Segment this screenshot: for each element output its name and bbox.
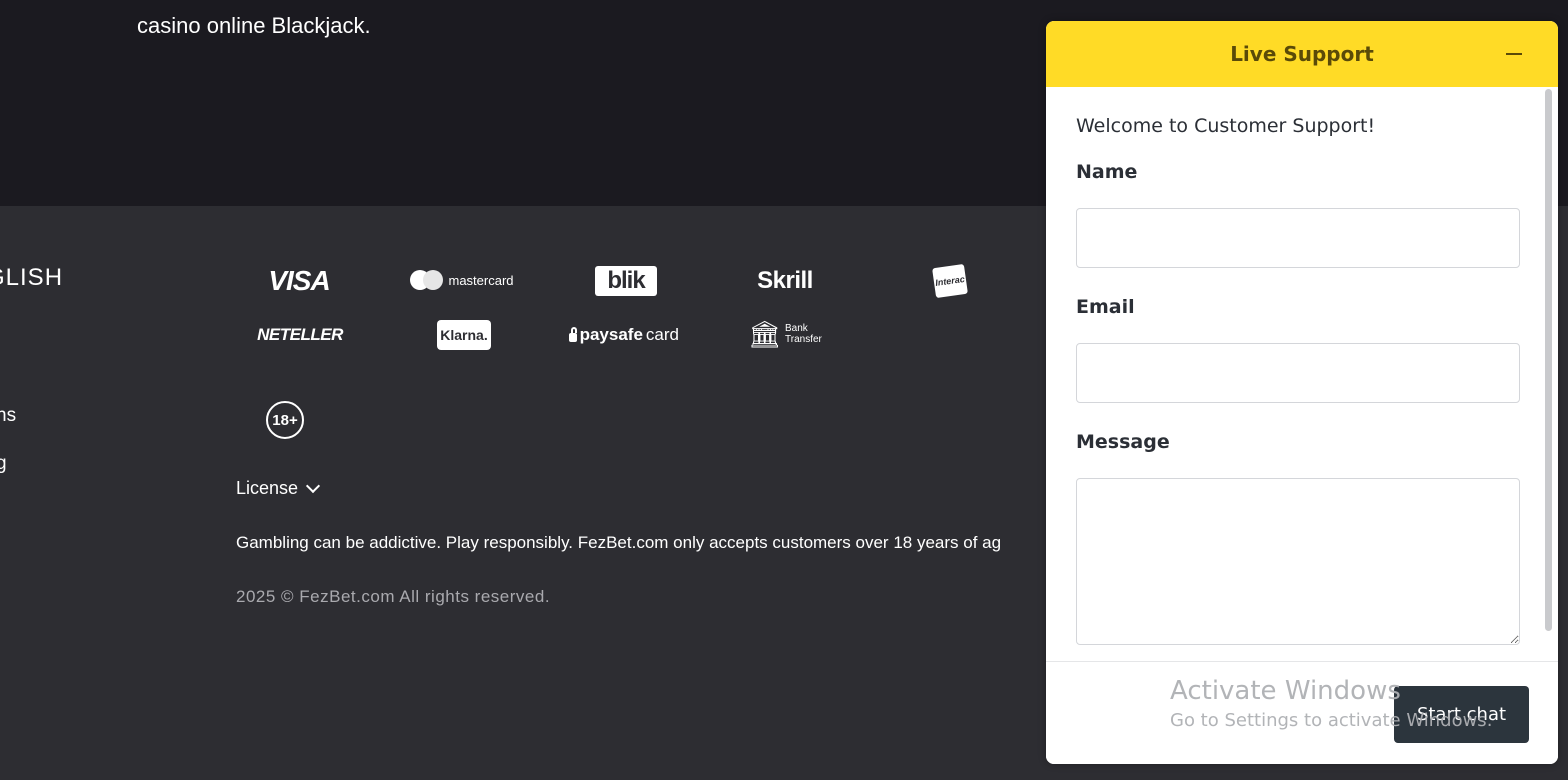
chat-title: Live Support (1230, 42, 1374, 66)
chat-footer: Start chat Activate Windows Go to Settin… (1046, 661, 1558, 764)
footer-link[interactable]: ns (0, 405, 16, 427)
chat-scrollbar[interactable] (1545, 89, 1552, 631)
email-input[interactable] (1076, 343, 1520, 403)
chevron-down-icon (305, 478, 321, 493)
neteller-logo: NETELLER (257, 325, 343, 344)
email-label: Email (1076, 296, 1135, 318)
copyright-text: 2025 © FezBet.com All rights reserved. (236, 587, 551, 606)
intro-text: casino online Blackjack. (137, 13, 371, 38)
license-toggle[interactable]: License (236, 478, 321, 499)
lock-icon (569, 326, 577, 342)
mastercard-circles-icon (410, 269, 444, 291)
paysafecard-text-card: card (645, 325, 679, 344)
bank-transfer-logo: 🏛 Bank Transfer (748, 319, 824, 349)
bank-text-line2: Transfer (785, 334, 822, 345)
bank-icon: 🏛 (748, 319, 782, 349)
message-textarea[interactable] (1076, 478, 1520, 645)
language-selector[interactable]: GLISH (0, 264, 63, 292)
mastercard-logo: mastercard (404, 266, 520, 294)
message-label: Message (1076, 431, 1170, 453)
bank-text-line1: Bank (785, 323, 808, 334)
name-input[interactable] (1076, 208, 1520, 268)
minimize-icon[interactable] (1506, 53, 1522, 55)
interac-logo: Interac (932, 263, 968, 299)
license-label: License (236, 478, 299, 498)
age-restriction-badge: 18+ (266, 401, 304, 439)
welcome-text: Welcome to Customer Support! (1076, 115, 1376, 137)
footer-link[interactable]: g (0, 453, 7, 475)
paysafecard-logo: paysafe card (569, 322, 679, 348)
blik-logo: blik (595, 266, 657, 296)
paysafecard-text-pay: paysafe (579, 325, 643, 344)
skrill-logo: Skrill (757, 267, 813, 294)
mastercard-text: mastercard (448, 272, 514, 288)
chat-form: Welcome to Customer Support! Name Email … (1046, 87, 1558, 661)
visa-logo: VISA (268, 265, 330, 296)
start-chat-button[interactable]: Start chat (1394, 686, 1529, 743)
gambling-disclaimer: Gambling can be addictive. Play responsi… (236, 533, 1002, 552)
name-label: Name (1076, 161, 1138, 183)
klarna-logo: Klarna. (437, 320, 491, 350)
chat-header: Live Support (1046, 21, 1558, 87)
live-support-widget: Live Support Welcome to Customer Support… (1046, 21, 1558, 764)
